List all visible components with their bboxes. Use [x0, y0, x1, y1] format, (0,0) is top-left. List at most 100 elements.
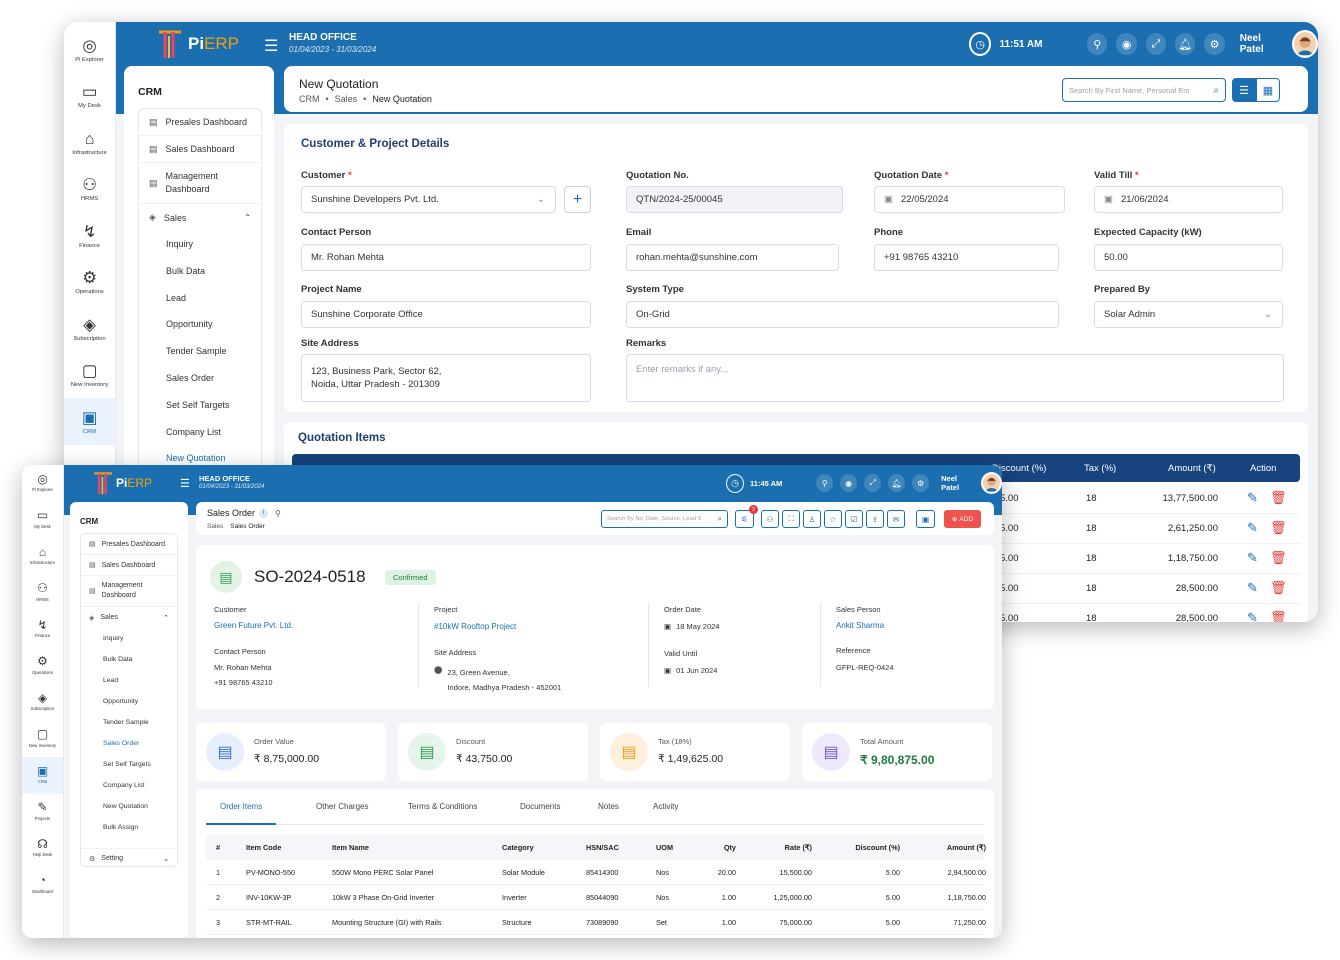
trash-icon[interactable]: 🗑︎: [1270, 520, 1287, 536]
gear-icon[interactable]: ⚙: [912, 474, 930, 492]
submenu-set-self-targets[interactable]: Set Self Targets: [139, 392, 261, 419]
submenu-sales-order[interactable]: Sales Order: [139, 365, 261, 392]
prepared-select[interactable]: Solar Admin ⌄: [1094, 301, 1283, 328]
customer-select[interactable]: Sunshine Developers Pvt. Ltd. ⌄: [301, 186, 556, 213]
tab-activity[interactable]: Activity: [639, 789, 692, 825]
capacity-field[interactable]: 50.00: [1094, 244, 1283, 271]
edit-icon[interactable]: ✎: [1247, 490, 1258, 506]
user-name[interactable]: Neel Patel: [1240, 33, 1284, 55]
submenu-inquiry[interactable]: Inquiry: [81, 628, 177, 649]
fullscreen-icon[interactable]: ⤢: [1145, 33, 1167, 55]
menu-item-management[interactable]: ▤ Management Dashboard: [139, 163, 261, 204]
rail-item-infrastructure[interactable]: ⌂ Infrastructure: [22, 538, 63, 575]
crumb-sales[interactable]: Sales: [207, 523, 223, 530]
submenu-opportunity[interactable]: Opportunity: [139, 311, 261, 338]
crumb-sales[interactable]: Sales: [335, 94, 358, 104]
app-logo[interactable]: Pi ERP: [92, 470, 152, 496]
rail-item-hrms[interactable]: ⚇ HRMS: [64, 166, 115, 213]
menu-item-sales-dashboard[interactable]: ▤ Sales Dashboard: [81, 555, 177, 576]
trash-icon[interactable]: 🗑︎: [1270, 610, 1287, 622]
trash-icon[interactable]: 🗑︎: [1270, 490, 1287, 506]
eye-icon[interactable]: ◉: [840, 474, 858, 492]
submenu-company-list[interactable]: Company List: [81, 775, 177, 796]
rail-item-help-desk[interactable]: ☊ Help Desk: [22, 830, 63, 867]
remarks-textarea[interactable]: Enter remarks if any...: [626, 354, 1284, 402]
menu-item-management[interactable]: ▤ Management Dashboard: [81, 576, 177, 607]
pin-icon[interactable]: ⚲: [816, 474, 834, 492]
tab-documents[interactable]: Documents: [506, 789, 574, 825]
phone-field[interactable]: +91 98765 43210: [874, 244, 1059, 271]
rail-item-my-desk[interactable]: ▭ My Desk: [64, 73, 115, 120]
submenu-bulk-data[interactable]: Bulk Data: [81, 649, 177, 670]
eye-icon[interactable]: ◉: [1116, 33, 1137, 55]
menu-item-presales[interactable]: ▤ Presales Dashboard: [81, 534, 177, 555]
user-name[interactable]: Neel Patel: [941, 474, 975, 492]
site-address-field[interactable]: 123, Business Park, Sector 62, Noida, Utt…: [301, 354, 591, 402]
rail-item-finance[interactable]: ↯ Finance: [64, 212, 115, 259]
hamburger-icon[interactable]: ☰: [264, 36, 278, 56]
menu-item-presales[interactable]: ▤ Presales Dashboard: [139, 109, 261, 136]
hamburger-icon[interactable]: ☰: [180, 477, 190, 490]
edit-icon[interactable]: ✎: [1247, 610, 1258, 622]
mail-icon[interactable]: ✉: [887, 510, 905, 528]
add-customer-button[interactable]: +: [564, 186, 591, 213]
edit-icon[interactable]: ✎: [1247, 550, 1258, 566]
trash-icon[interactable]: 🗑︎: [1270, 550, 1287, 566]
menu-item-setting[interactable]: ⚙ Setting ⌄: [81, 848, 177, 868]
email-field[interactable]: rohan.mehta@sunshine.com: [626, 244, 839, 271]
search-input[interactable]: Search By No, Date, Source, Lead S ⌕: [601, 510, 728, 528]
submenu-company-list[interactable]: Company List: [139, 419, 261, 446]
rail-item-operations[interactable]: ⚙ Operations: [64, 259, 115, 306]
tab-other-charges[interactable]: Other Charges: [302, 789, 382, 825]
rail-item-crm[interactable]: ▣ CRM: [22, 757, 63, 794]
fullscreen-icon[interactable]: ⤢: [864, 474, 882, 492]
submenu-tender-sample[interactable]: Tender Sample: [81, 712, 177, 733]
bell-icon[interactable]: 🔔︎: [1175, 33, 1196, 55]
menu-group-sales[interactable]: ◈ Sales ⌃: [81, 607, 177, 628]
submenu-sales-order[interactable]: Sales Order: [81, 733, 177, 754]
search-input[interactable]: Search By First Name, Personal Em ⌕: [1062, 78, 1226, 102]
valid-field[interactable]: ▣ 21/06/2024: [1094, 186, 1283, 213]
bell-icon[interactable]: 🔔︎: [888, 474, 906, 492]
tab-terms-conditions[interactable]: Terms & Conditions: [394, 789, 491, 825]
user-icon[interactable]: ♙: [803, 510, 821, 528]
submenu-set-self-targets[interactable]: Set Self Targets: [81, 754, 177, 775]
rail-item-my-desk[interactable]: ▭ My Desk: [22, 502, 63, 539]
submenu-lead[interactable]: Lead: [81, 670, 177, 691]
rail-item-subscription[interactable]: ◈ Subscription: [22, 684, 63, 721]
office-info[interactable]: HEAD OFFICE 01/04/2023 - 31/03/2024: [289, 32, 376, 54]
users-icon[interactable]: ⚇: [761, 510, 779, 528]
edit-icon[interactable]: ✎: [1247, 580, 1258, 596]
qno-field[interactable]: QTN/2024-25/00045: [626, 186, 843, 213]
rail-item-new-inventory[interactable]: ▢ New Inventory: [64, 352, 115, 399]
menu-group-sales[interactable]: ◈ Sales ⌃: [139, 204, 261, 231]
office-info[interactable]: HEAD OFFICE 01/04/2023 - 31/03/2024: [199, 474, 264, 490]
sales-person-link[interactable]: Ankit Sharma: [836, 621, 884, 630]
project-field[interactable]: Sunshine Corporate Office: [301, 301, 591, 328]
pin-icon[interactable]: ⚲: [1087, 33, 1108, 55]
submenu-bulk-assign[interactable]: Bulk Assign: [81, 817, 177, 838]
rail-item-subscription[interactable]: ◈ Subscription: [64, 305, 115, 352]
rail-item-hrms[interactable]: ⚇ HRMS: [22, 575, 63, 612]
project-link[interactable]: #10kW Rooftop Project: [434, 622, 516, 631]
system-field[interactable]: On-Grid: [626, 301, 1059, 328]
submenu-inquiry[interactable]: Inquiry: [139, 231, 261, 258]
add-button[interactable]: ⊕ ADD: [944, 510, 981, 528]
rail-item-finance[interactable]: ↯ Finance: [22, 611, 63, 648]
qdate-field[interactable]: ▣ 22/05/2024: [874, 186, 1065, 213]
avatar[interactable]: [981, 472, 1002, 494]
rail-item-projects[interactable]: ✎ Projects: [22, 794, 63, 831]
rail-item-new-inventory[interactable]: ▢ New Inventory: [22, 721, 63, 758]
rail-item-pi-explorer[interactable]: ◎ Pi Explorer: [22, 465, 63, 502]
rail-item-crm[interactable]: ▣ CRM: [64, 398, 115, 445]
submenu-opportunity[interactable]: Opportunity: [81, 691, 177, 712]
gear-icon[interactable]: ⚙: [1204, 33, 1225, 55]
calendar-icon[interactable]: ▣: [916, 510, 935, 528]
check-icon[interactable]: ☑: [845, 510, 863, 528]
avatar[interactable]: [1291, 30, 1318, 58]
customer-link[interactable]: Green Future Pvt. Ltd.: [214, 621, 293, 630]
export-icon[interactable]: ⇪: [866, 510, 884, 528]
crumb-crm[interactable]: CRM: [299, 94, 320, 104]
edit-icon[interactable]: ✎: [1247, 520, 1258, 536]
rail-item-dashboard[interactable]: ◔ Dashboard: [22, 867, 63, 904]
